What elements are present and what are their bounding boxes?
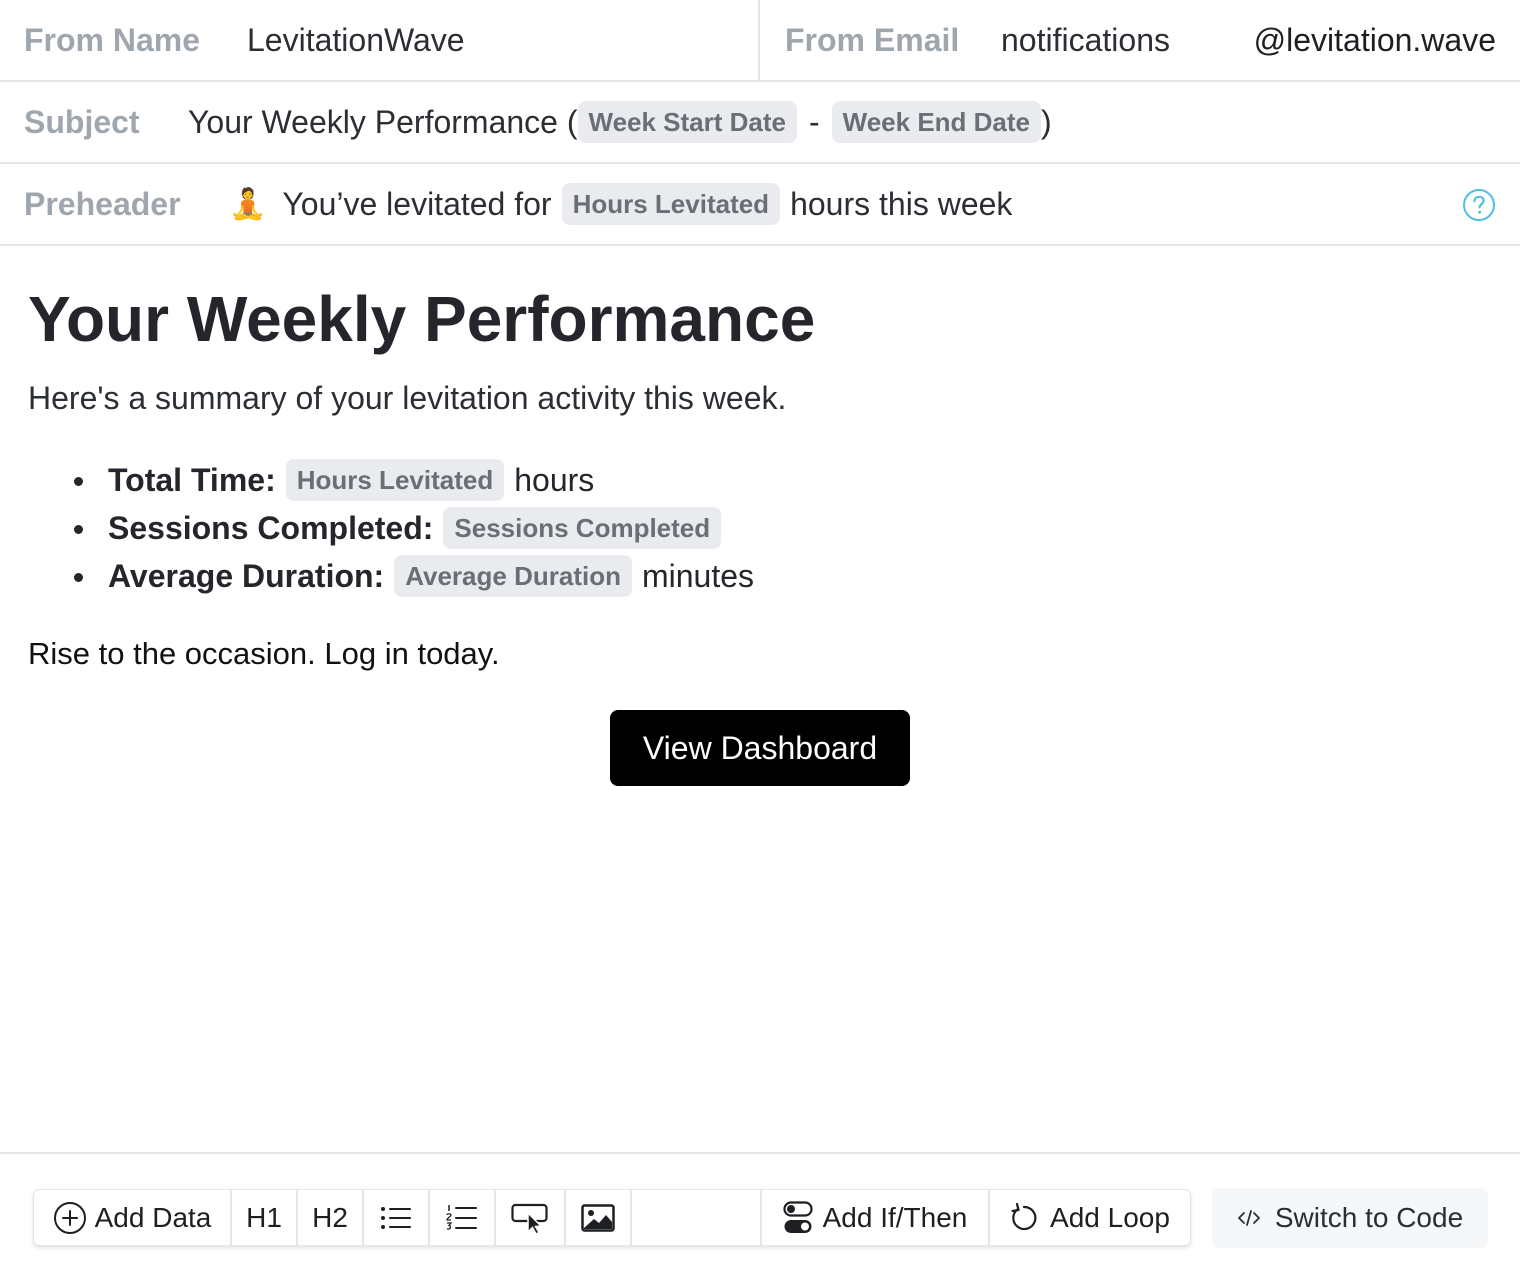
bullet-list-icon — [381, 1206, 411, 1229]
list-item[interactable]: Sessions Completed: Sessions Completed — [68, 504, 754, 552]
code-icon — [1237, 1210, 1260, 1226]
subject-chip-week-end[interactable]: Week End Date — [831, 101, 1042, 143]
from-email-label: From Email — [785, 21, 960, 58]
heading-1-button[interactable]: H1 — [232, 1190, 298, 1245]
from-name-value[interactable]: LevitationWave — [247, 22, 465, 59]
toolbar-empty-slot — [632, 1190, 762, 1245]
add-button-button[interactable] — [496, 1190, 566, 1245]
from-email-domain: @levitation.wave — [1253, 21, 1496, 58]
stat-chip-sessions-completed[interactable]: Sessions Completed — [443, 507, 722, 549]
bullet-dot — [74, 525, 83, 534]
button-cursor-icon — [511, 1203, 548, 1235]
help-icon[interactable] — [1462, 188, 1496, 222]
from-email-local-input[interactable]: notifications — [1001, 22, 1170, 59]
email-intro[interactable]: Here's a summary of your levitation acti… — [28, 380, 786, 417]
add-if-then-label: Add If/Then — [822, 1201, 968, 1233]
list-item[interactable]: Average Duration: Average Duration minut… — [68, 552, 754, 600]
h1-label: H1 — [246, 1201, 282, 1233]
stat-suffix: minutes — [641, 557, 755, 594]
bullet-dot — [74, 573, 83, 582]
stat-label: Total Time: — [108, 461, 276, 498]
stat-label: Average Duration: — [108, 557, 385, 594]
subject-value[interactable]: Your Weekly Performance ( Week Start Dat… — [188, 101, 1052, 143]
add-loop-label: Add Loop — [1050, 1201, 1170, 1233]
from-name-label: From Name — [24, 21, 201, 58]
preheader-prefix: You’ve levitated for — [282, 185, 552, 222]
heading-2-button[interactable]: H2 — [298, 1190, 364, 1245]
editor-toolbar: Add Data H1 H2 Add If/Then Add Loop — [33, 1189, 1191, 1246]
preheader-row[interactable]: Preheader 🧘 You’ve levitated for Hours L… — [0, 164, 1520, 246]
cta-text[interactable]: Rise to the occasion. Log in today. — [28, 636, 500, 672]
add-if-then-button[interactable]: Add If/Then — [762, 1190, 990, 1245]
view-dashboard-button[interactable]: View Dashboard — [610, 710, 910, 786]
stat-suffix: hours — [514, 461, 595, 498]
add-loop-button[interactable]: Add Loop — [990, 1190, 1190, 1245]
subject-chip-week-start[interactable]: Week Start Date — [577, 101, 797, 143]
switch-to-code-button[interactable]: Switch to Code — [1212, 1188, 1488, 1248]
list-item[interactable]: Total Time: Hours Levitated hours — [68, 456, 754, 504]
stat-chip-average-duration[interactable]: Average Duration — [394, 555, 632, 597]
email-heading[interactable]: Your Weekly Performance — [28, 282, 815, 356]
stat-label: Sessions Completed: — [108, 509, 434, 546]
numbered-list-button[interactable] — [430, 1190, 496, 1245]
stats-list[interactable]: Total Time: Hours Levitated hours Sessio… — [68, 456, 754, 600]
meditation-emoji: 🧘 — [229, 187, 267, 221]
h2-label: H2 — [312, 1201, 348, 1233]
subject-label: Subject — [24, 103, 140, 140]
bullet-list-button[interactable] — [364, 1190, 430, 1245]
subject-separator: - — [809, 103, 820, 140]
preheader-label: Preheader — [24, 185, 181, 222]
bullet-dot — [74, 477, 83, 486]
preheader-chip-hours[interactable]: Hours Levitated — [561, 183, 781, 225]
numbered-list-icon — [446, 1204, 477, 1230]
add-data-label: Add Data — [94, 1201, 212, 1233]
add-data-button[interactable]: Add Data — [34, 1190, 232, 1245]
preheader-value[interactable]: 🧘 You’ve levitated for Hours Levitated h… — [229, 183, 1012, 225]
toggle-icon — [783, 1200, 813, 1233]
add-image-button[interactable] — [566, 1190, 632, 1245]
stat-chip-hours-levitated[interactable]: Hours Levitated — [285, 459, 505, 501]
from-name-field[interactable]: From Name LevitationWave — [0, 0, 760, 80]
image-icon — [581, 1203, 615, 1232]
toolbar-divider — [0, 1152, 1520, 1154]
preheader-suffix: hours this week — [790, 185, 1013, 222]
subject-suffix: ) — [1041, 103, 1052, 140]
from-row: From Name LevitationWave From Email noti… — [0, 0, 1520, 82]
loop-icon — [1011, 1202, 1037, 1230]
subject-row[interactable]: Subject Your Weekly Performance ( Week S… — [0, 82, 1520, 164]
from-email-field[interactable]: From Email notifications @levitation.wav… — [762, 0, 1520, 80]
subject-prefix: Your Weekly Performance ( — [188, 103, 578, 140]
plus-circle-icon — [53, 1201, 86, 1234]
switch-to-code-label: Switch to Code — [1274, 1202, 1464, 1233]
email-editor: From Name LevitationWave From Email noti… — [0, 0, 1520, 1280]
